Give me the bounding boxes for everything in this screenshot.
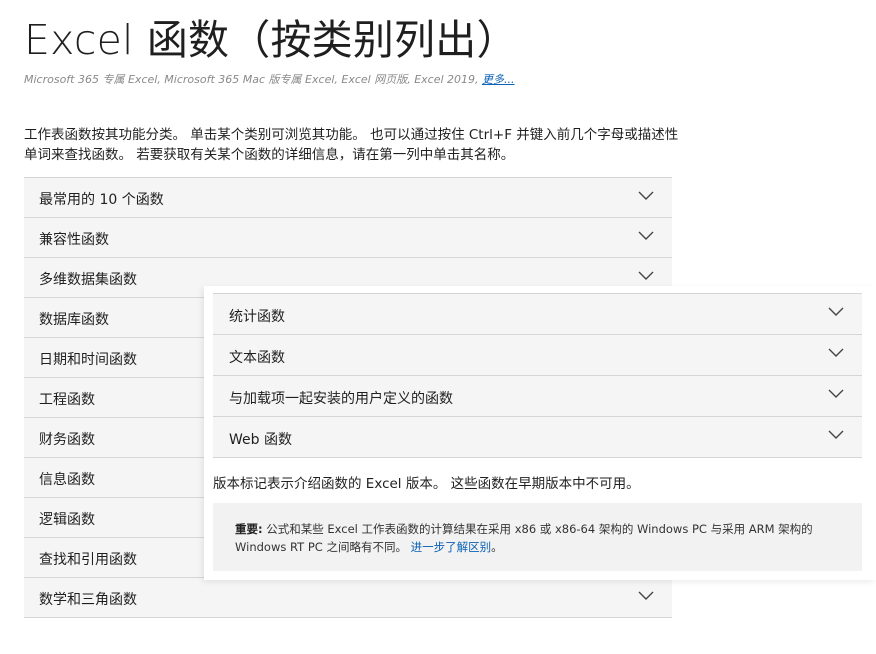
callout-text-1: 公式和某些 Excel 工作表函数的计算结果在采用 x86 或 x86-64 架…: [262, 522, 813, 536]
category-label: 最常用的 10 个函数: [39, 192, 164, 208]
category-accordion-continued: 统计函数 文本函数 与加载项一起安装的用户定义的函数 Web 函数: [213, 293, 862, 458]
more-link[interactable]: 更多...: [482, 73, 515, 86]
important-callout: 重要: 公式和某些 Excel 工作表函数的计算结果在采用 x86 或 x86-…: [213, 503, 862, 571]
category-label: 数据库函数: [39, 312, 109, 328]
category-label: 信息函数: [39, 472, 95, 488]
category-label: 财务函数: [39, 432, 95, 448]
intro-line-2: 单词来查找函数。 若要获取有关某个函数的详细信息，请在第一列中单击其名称。: [24, 147, 515, 163]
callout-line-2: Windows RT PC 之间略有不同。 进一步了解区别。: [235, 538, 840, 556]
overlay-panel: 统计函数 文本函数 与加载项一起安装的用户定义的函数 Web 函数 版本标记表示…: [204, 286, 876, 580]
version-note: 版本标记表示介绍函数的 Excel 版本。 这些函数在早期版本中不可用。: [213, 476, 640, 492]
category-row[interactable]: 最常用的 10 个函数: [24, 178, 672, 218]
chevron-down-icon[interactable]: [828, 348, 844, 358]
category-row[interactable]: 兼容性函数: [24, 218, 672, 258]
category-label: 日期和时间函数: [39, 352, 137, 368]
category-row[interactable]: Web 函数: [213, 417, 862, 458]
category-label: 工程函数: [39, 392, 95, 408]
applies-to-text: Microsoft 365 专属 Excel, Microsoft 365 Ma…: [24, 73, 483, 86]
chevron-down-icon[interactable]: [828, 389, 844, 399]
category-label: 查找和引用函数: [39, 552, 137, 568]
page: Excel 函数（按类别列出） Microsoft 365 专属 Excel, …: [0, 0, 876, 654]
page-title: Excel 函数（按类别列出）: [24, 16, 518, 64]
chevron-down-icon[interactable]: [638, 591, 654, 601]
category-label: 与加载项一起安装的用户定义的函数: [229, 391, 453, 407]
chevron-down-icon[interactable]: [638, 271, 654, 281]
applies-to: Microsoft 365 专属 Excel, Microsoft 365 Ma…: [24, 71, 515, 87]
category-row[interactable]: 统计函数: [213, 294, 862, 335]
callout-bold: 重要:: [235, 522, 263, 536]
category-label: 逻辑函数: [39, 512, 95, 528]
chevron-down-icon[interactable]: [828, 307, 844, 317]
category-row[interactable]: 数学和三角函数: [24, 578, 672, 618]
chevron-down-icon[interactable]: [828, 430, 844, 440]
callout-text-2: Windows RT PC 之间略有不同。: [235, 540, 411, 554]
intro-line-1: 工作表函数按其功能分类。 单击某个类别可浏览其功能。 也可以通过按住 Ctrl+…: [24, 127, 679, 143]
category-row[interactable]: 文本函数: [213, 335, 862, 376]
callout-end: 。: [491, 540, 503, 554]
category-row[interactable]: 与加载项一起安装的用户定义的函数: [213, 376, 862, 417]
category-label: 文本函数: [229, 350, 285, 366]
category-label: 多维数据集函数: [39, 272, 137, 288]
chevron-down-icon[interactable]: [638, 191, 654, 201]
category-label: 数学和三角函数: [39, 592, 137, 608]
category-label: 兼容性函数: [39, 232, 109, 248]
category-label: Web 函数: [229, 432, 292, 448]
chevron-down-icon[interactable]: [638, 231, 654, 241]
learn-more-link[interactable]: 进一步了解区别: [411, 540, 492, 554]
callout-line-1: 重要: 公式和某些 Excel 工作表函数的计算结果在采用 x86 或 x86-…: [235, 520, 840, 538]
category-label: 统计函数: [229, 309, 285, 325]
intro-text: 工作表函数按其功能分类。 单击某个类别可浏览其功能。 也可以通过按住 Ctrl+…: [24, 125, 684, 165]
